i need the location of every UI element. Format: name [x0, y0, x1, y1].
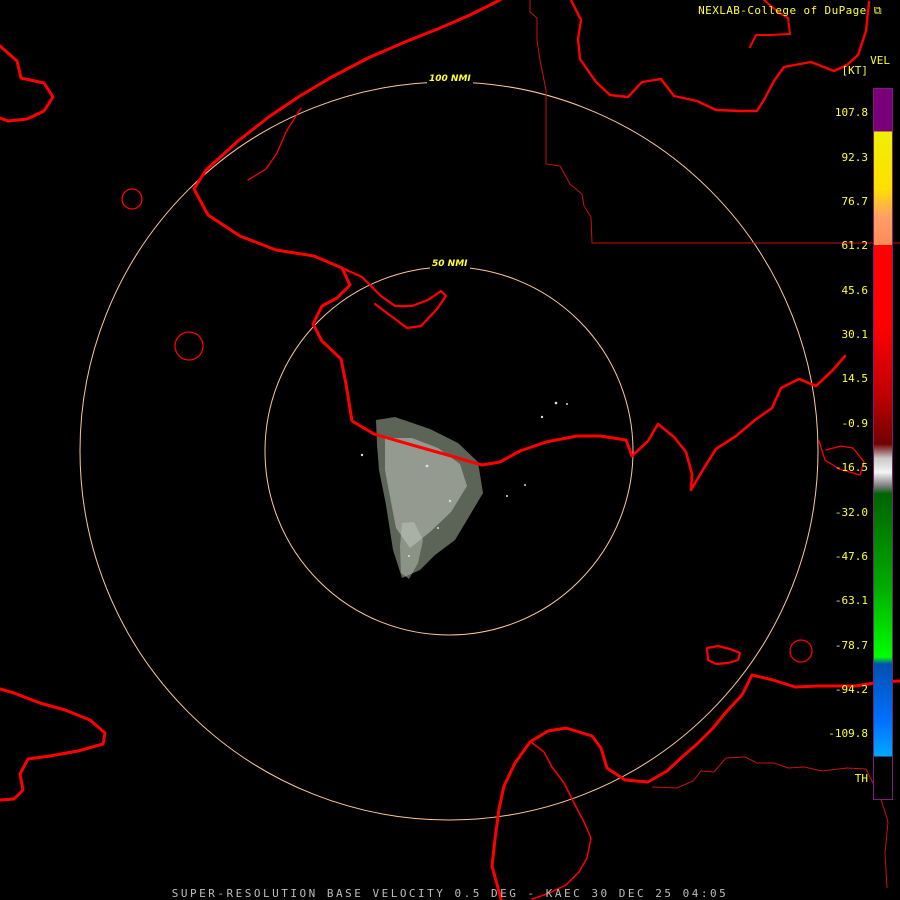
legend-label: 92.3: [841, 151, 869, 164]
legend-label: 30.1: [841, 328, 869, 341]
legend-label: -0.9: [841, 417, 869, 430]
legend-label: -63.1: [834, 594, 868, 607]
legend-label: -32.0: [834, 506, 868, 519]
legend-title: VEL: [870, 54, 890, 67]
external-link-icon[interactable]: ⧉: [874, 4, 882, 17]
legend-label: 76.7: [841, 195, 869, 208]
legend-label: -94.2: [834, 683, 868, 696]
legend-label: 107.8: [834, 106, 868, 119]
legend-label: -16.5: [834, 461, 868, 474]
ring-label-50nmi: 50 NMI: [430, 259, 470, 269]
credit-text: NEXLAB-College of DuPage: [698, 4, 867, 17]
ring-label-100nmi: 100 NMI: [427, 74, 473, 84]
credit-label: NEXLAB-College of DuPage ⧉: [698, 4, 882, 18]
legend-label: 14.5: [841, 372, 869, 385]
legend-label: -109.8: [828, 727, 868, 740]
legend-label: 45.6: [841, 284, 869, 297]
legend-unit: [KT]: [841, 64, 869, 77]
legend-label: -47.6: [834, 550, 868, 563]
legend-label: -78.7: [834, 639, 868, 652]
product-footer: SUPER-RESOLUTION BASE VELOCITY 0.5 DEG -…: [171, 887, 729, 900]
velocity-color-scale: [873, 88, 893, 800]
legend-label: TH: [854, 772, 868, 785]
radar-map-canvas: [0, 0, 900, 900]
legend-label: 61.2: [841, 239, 869, 252]
